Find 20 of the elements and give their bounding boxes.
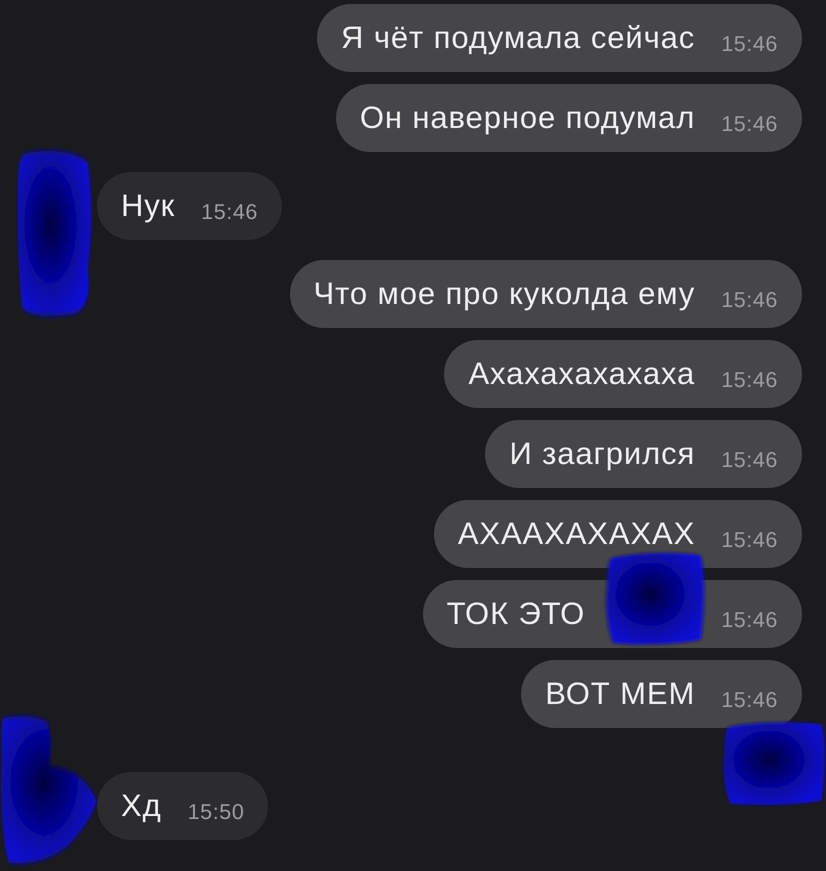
message-text: Нук <box>121 188 176 224</box>
message-text: АХААХАХАХАХ <box>458 516 696 552</box>
message-time: 15:46 <box>721 288 778 312</box>
message-time: 15:46 <box>721 608 778 632</box>
message-text: Ахахахахахаха <box>468 356 696 392</box>
message-text: Хд <box>121 788 162 824</box>
message-time: 15:46 <box>721 368 778 392</box>
message-text: Что мое про куколда ему <box>314 276 696 312</box>
message-time: 15:46 <box>201 200 258 224</box>
message-text: И заагрился <box>509 436 696 472</box>
message-text: ТОК ЭТО <box>446 596 586 632</box>
message-time: 15:46 <box>721 688 778 712</box>
message-time: 15:46 <box>721 448 778 472</box>
message-time: 15:46 <box>721 32 778 56</box>
message-text: Я чёт подумала сейчас <box>341 20 696 56</box>
message-text: ВОТ МЕМ <box>545 676 696 712</box>
message-text: Он наверное подумал <box>360 100 696 136</box>
message-time: 15:46 <box>721 112 778 136</box>
message-time: 15:50 <box>188 800 244 824</box>
message-time: 15:46 <box>721 528 778 552</box>
